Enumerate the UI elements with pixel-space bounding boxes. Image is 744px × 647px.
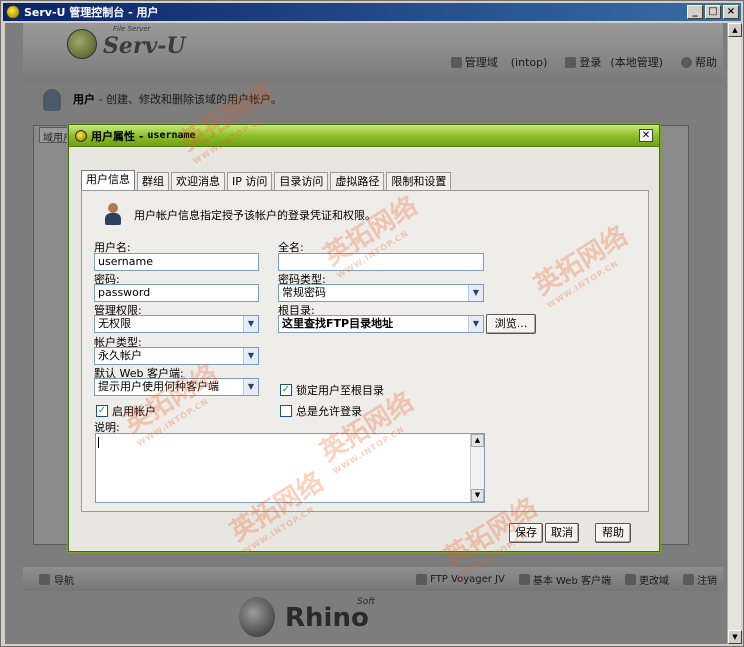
scroll-up-icon[interactable]: ▲ <box>728 23 742 37</box>
ftp-voyager-link[interactable]: FTP Voyager JV <box>416 572 505 587</box>
users-title: 用户 <box>73 93 95 106</box>
chevron-down-icon[interactable]: ▼ <box>468 316 483 332</box>
browse-button[interactable]: 浏览... <box>486 314 536 334</box>
web-client-icon <box>518 573 530 585</box>
default-web-client-select[interactable]: 提示用户使用何种客户端 ▼ <box>94 378 259 396</box>
user-properties-dialog: 用户属性 - username ✕ 用户信息 群组 欢迎消息 IP 访问 目录访… <box>68 124 660 552</box>
domain-link[interactable]: 管理域 (intop) <box>450 54 547 70</box>
header-links: 管理域 (intop) 登录 (本地管理) 帮助 <box>450 54 717 70</box>
account-type-select[interactable]: 永久帐户 ▼ <box>94 347 259 365</box>
notes-textarea[interactable]: ▲ ▼ <box>95 433 485 503</box>
window-title: Serv-U 管理控制台 - 用户 <box>24 6 159 19</box>
tab-user-info[interactable]: 用户信息 <box>81 170 135 190</box>
chevron-down-icon[interactable]: ▼ <box>243 348 258 364</box>
user-icon <box>104 203 122 227</box>
tab-virtual-paths[interactable]: 虚拟路径 <box>330 172 385 190</box>
notes-scrollbar[interactable]: ▲ ▼ <box>470 434 484 502</box>
title-bar[interactable]: Serv-U 管理控制台 - 用户 _ □ × <box>3 3 741 21</box>
app-header: File Server Serv-U 管理域 (intop) 登录 (本地管理) 帮… <box>23 23 723 83</box>
serv-u-logo-icon <box>67 29 97 59</box>
tab-directory-access[interactable]: 目录访问 <box>274 172 329 190</box>
bottom-bar: 导航 FTP Voyager JV 基本 Web 客户端 更改域 注销 <box>23 567 723 591</box>
window-controls: _ □ × <box>687 5 739 19</box>
save-button[interactable]: 保存 <box>509 523 543 543</box>
serv-u-logo: Serv-U <box>103 33 186 59</box>
vertical-scrollbar[interactable]: ▲ ▼ <box>727 23 742 644</box>
chevron-down-icon[interactable]: ▼ <box>243 379 258 395</box>
dialog-tabs: 用户信息 群组 欢迎消息 IP 访问 目录访问 虚拟路径 限制和设置 <box>81 170 453 190</box>
navigation-icon <box>39 573 50 585</box>
user-icon <box>565 56 577 68</box>
fullname-input[interactable] <box>278 253 484 271</box>
password-input[interactable]: password <box>94 284 259 302</box>
tab-welcome-message[interactable]: 欢迎消息 <box>171 172 225 190</box>
users-icon <box>43 89 61 111</box>
help-icon <box>681 56 692 68</box>
empty-checkbox-icon <box>280 405 292 417</box>
dialog-title: 用户属性 - <box>91 129 144 143</box>
root-directory-select[interactable]: 这里查找FTP目录地址 ▼ <box>278 315 484 333</box>
users-section-header: 用户 - 创建、修改和删除该域的用户帐户。 <box>23 85 723 121</box>
web-client-link[interactable]: 基本 Web 客户端 <box>518 572 611 587</box>
rhinosoft-logo: Rhino Soft <box>237 593 497 643</box>
password-type-select[interactable]: 常规密码 ▼ <box>278 284 484 302</box>
users-description: - 创建、修改和删除该域的用户帐户。 <box>98 93 282 106</box>
minimize-button[interactable]: _ <box>687 5 703 19</box>
serv-u-app-icon <box>6 5 20 19</box>
checkmark-icon: ✓ <box>280 384 292 396</box>
help-button[interactable]: 帮助 <box>595 523 631 543</box>
checkmark-icon: ✓ <box>96 405 108 417</box>
domain-icon <box>450 56 462 68</box>
login-link[interactable]: 登录 (本地管理) <box>565 54 663 70</box>
change-domain-link[interactable]: 更改域 <box>625 572 669 587</box>
scroll-down-icon[interactable]: ▼ <box>728 630 742 644</box>
always-allow-login-checkbox[interactable]: 总是允许登录 <box>280 403 362 419</box>
logout-icon <box>683 573 694 585</box>
rhino-logo-icon <box>239 597 275 637</box>
tab-limits-settings[interactable]: 限制和设置 <box>386 172 452 190</box>
panel-description: 用户帐户信息指定授予该帐户的登录凭证和权限。 <box>134 209 376 222</box>
chevron-down-icon[interactable]: ▼ <box>243 316 258 332</box>
cancel-button[interactable]: 取消 <box>545 523 579 543</box>
maximize-button[interactable]: □ <box>705 5 721 19</box>
logo-subtitle: File Server <box>113 25 151 33</box>
tab-groups[interactable]: 群组 <box>137 172 169 190</box>
help-link[interactable]: 帮助 <box>681 54 717 70</box>
serv-u-app-icon <box>75 129 87 142</box>
ftp-voyager-icon <box>416 573 428 585</box>
admin-privilege-select[interactable]: 无权限 ▼ <box>94 315 259 333</box>
close-button[interactable]: × <box>723 5 739 19</box>
scroll-up-icon[interactable]: ▲ <box>471 434 484 447</box>
text-caret <box>98 437 99 448</box>
chevron-down-icon[interactable]: ▼ <box>468 285 483 301</box>
dialog-title-bar[interactable]: 用户属性 - username ✕ <box>69 125 659 147</box>
enable-account-checkbox[interactable]: ✓ 启用帐户 <box>96 403 156 419</box>
username-input[interactable]: username <box>94 253 259 271</box>
scroll-down-icon[interactable]: ▼ <box>471 489 484 502</box>
tab-ip-access[interactable]: IP 访问 <box>227 172 273 190</box>
lock-root-checkbox[interactable]: ✓ 锁定用户至根目录 <box>280 382 384 398</box>
change-domain-icon <box>625 573 636 585</box>
dialog-title-username: username <box>147 130 196 141</box>
dialog-close-button[interactable]: ✕ <box>639 129 653 142</box>
navigation-link[interactable]: 导航 <box>39 572 74 587</box>
logout-link[interactable]: 注销 <box>683 572 717 587</box>
